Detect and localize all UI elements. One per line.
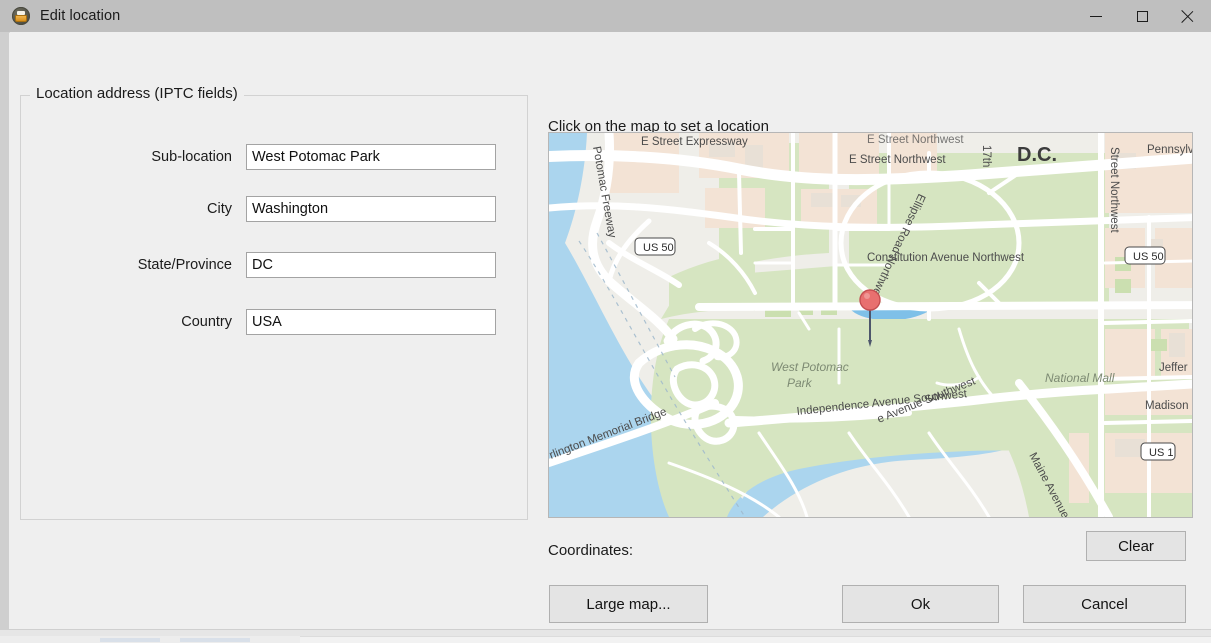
label-17th: 17th (980, 145, 992, 167)
location-address-legend: Location address (IPTC fields) (30, 85, 244, 102)
label-jefferson: Jeffer (1159, 362, 1188, 374)
country-input[interactable] (246, 309, 496, 335)
city-input[interactable] (246, 196, 496, 222)
taskbar-edge (300, 636, 1211, 643)
shield-us50-left: US 50 (634, 237, 676, 256)
maximize-button[interactable] (1119, 0, 1165, 32)
label-dc: D.C. (1017, 144, 1057, 166)
sub-location-label: Sub-location (151, 149, 232, 165)
maximize-icon (1136, 10, 1148, 22)
label-madison: Madison (1145, 400, 1188, 412)
field-row-sub-location: Sub-location (109, 144, 509, 170)
label-pennsylvania: Pennsylvania A (1147, 144, 1192, 156)
field-row-city: City (109, 196, 509, 222)
field-row-state-province: State/Province (109, 252, 509, 278)
map-canvas[interactable]: E Street Expressway E Street Northwest E… (549, 133, 1192, 517)
label-street-northwest: Street Northwest (1108, 147, 1120, 233)
state-province-input[interactable] (246, 252, 496, 278)
country-label: Country (181, 314, 232, 330)
clear-button[interactable]: Clear (1086, 531, 1186, 561)
minimize-button[interactable] (1073, 0, 1119, 32)
label-e-street-expressway: E Street Expressway (641, 136, 748, 148)
state-province-label: State/Province (137, 257, 232, 273)
city-label: City (207, 201, 232, 217)
label-national-mall: National Mall (1045, 371, 1115, 385)
window-title: Edit location (40, 8, 121, 24)
close-button[interactable] (1165, 0, 1211, 32)
shield-us1-real: US 1 (1140, 442, 1176, 461)
minimize-icon (1090, 15, 1102, 17)
close-icon (1181, 9, 1195, 23)
map-view[interactable]: E Street Expressway E Street Northwest E… (548, 132, 1193, 518)
label-constitution: Constitution Avenue Northwest (867, 252, 1025, 264)
large-map-button[interactable]: Large map... (549, 585, 708, 623)
sub-location-input[interactable] (246, 144, 496, 170)
coordinates-label: Coordinates: (548, 542, 634, 559)
window-controls (1073, 0, 1211, 32)
cancel-button[interactable]: Cancel (1023, 585, 1186, 623)
ok-button[interactable]: Ok (842, 585, 999, 623)
dialog-client-area: Location address (IPTC fields) Sub-locat… (9, 33, 1211, 629)
svg-text:US 50: US 50 (1133, 251, 1164, 263)
svg-text:US 50: US 50 (643, 242, 674, 254)
label-e-street-northwest-1: E Street Northwest (867, 134, 964, 146)
edit-location-dialog: Edit location Location address (IPTC fie… (0, 0, 1211, 643)
app-envelope-icon (12, 7, 30, 25)
svg-text:US 1: US 1 (1149, 447, 1173, 459)
label-e-street-northwest-2: E Street Northwest (849, 154, 946, 166)
field-row-country: Country (109, 309, 509, 335)
label-west-potomac-park-2: Park (787, 376, 813, 390)
title-bar[interactable]: Edit location (0, 0, 1211, 32)
shield-us50-right: US 50 (1124, 246, 1166, 265)
label-west-potomac-park-1: West Potomac (771, 360, 849, 374)
